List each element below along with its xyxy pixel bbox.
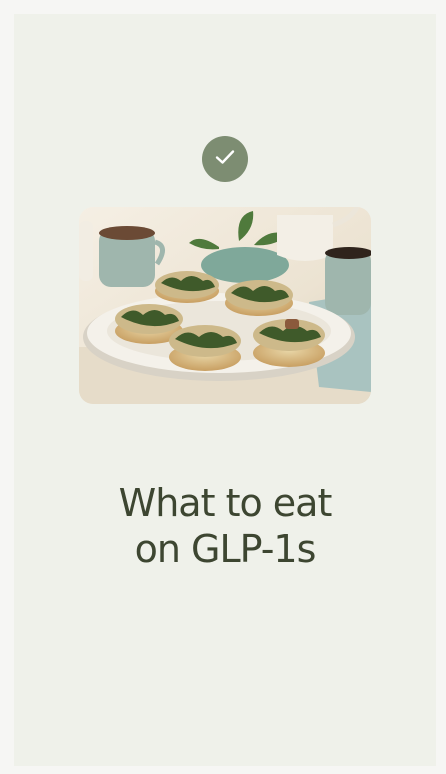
page-title: What to eat on GLP-1s xyxy=(14,480,436,572)
success-badge xyxy=(202,136,248,182)
check-icon xyxy=(215,149,235,170)
hero-food-image xyxy=(79,207,371,404)
title-line-1: What to eat xyxy=(118,481,333,525)
content-card: What to eat on GLP-1s xyxy=(14,14,436,766)
title-line-2: on GLP-1s xyxy=(134,527,317,571)
